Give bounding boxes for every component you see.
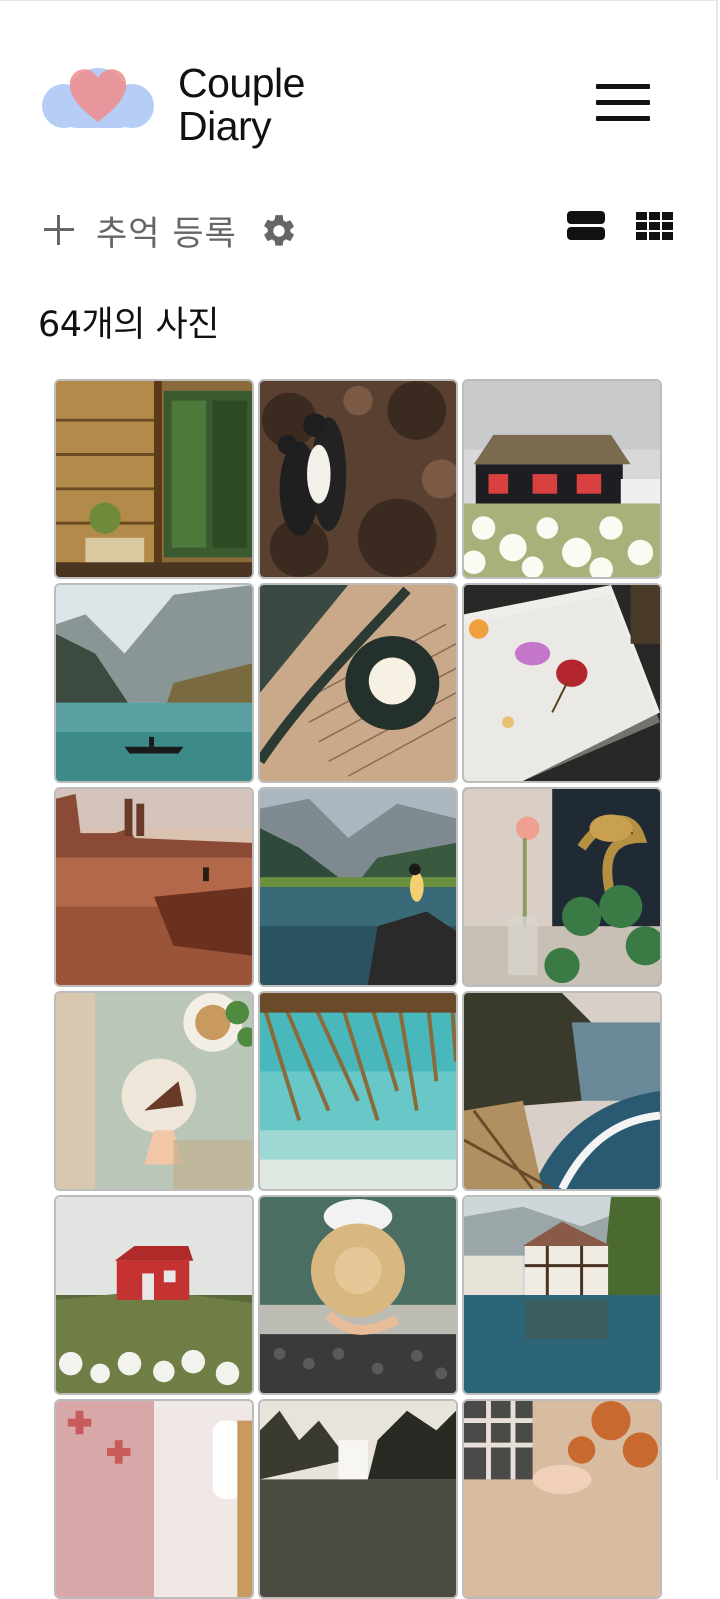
photo-thumbnail[interactable]: [54, 1399, 254, 1599]
heart-cloud-logo[interactable]: [40, 60, 156, 130]
photo-thumbnail[interactable]: [54, 379, 254, 579]
photo-count: 64개의 사진: [38, 305, 219, 345]
photo-thumbnail[interactable]: [462, 787, 662, 987]
photo-thumbnail[interactable]: [54, 1195, 254, 1395]
photo-thumbnail[interactable]: [258, 991, 458, 1191]
brand-line-2: Diary: [178, 103, 272, 149]
photo-thumbnail[interactable]: [54, 787, 254, 987]
grid-view-icon[interactable]: [634, 210, 674, 242]
hamburger-menu-icon[interactable]: [596, 84, 650, 122]
plus-icon: [44, 215, 74, 245]
photo-thumbnail[interactable]: [258, 1195, 458, 1395]
photo-thumbnail[interactable]: [462, 1399, 662, 1599]
gear-icon[interactable]: [260, 212, 298, 250]
photo-thumbnail[interactable]: [258, 379, 458, 579]
add-memory-label: 추억 등록: [96, 213, 237, 254]
photo-thumbnail[interactable]: [462, 379, 662, 579]
list-view-icon[interactable]: [566, 210, 606, 242]
photo-thumbnail[interactable]: [54, 991, 254, 1191]
brand-title[interactable]: Couple Diary: [178, 62, 305, 148]
app-header: Couple Diary: [0, 0, 720, 180]
photo-thumbnail[interactable]: [54, 583, 254, 783]
photo-thumbnail[interactable]: [462, 991, 662, 1191]
photo-thumbnail[interactable]: [258, 787, 458, 987]
photo-thumbnail[interactable]: [462, 1195, 662, 1395]
photo-thumbnail[interactable]: [258, 1399, 458, 1599]
toolbar: 추억 등록: [0, 200, 720, 260]
photo-thumbnail[interactable]: [462, 583, 662, 783]
brand-line-1: Couple: [178, 60, 305, 106]
photo-thumbnail[interactable]: [258, 583, 458, 783]
add-memory-button[interactable]: 추억 등록: [44, 206, 237, 254]
